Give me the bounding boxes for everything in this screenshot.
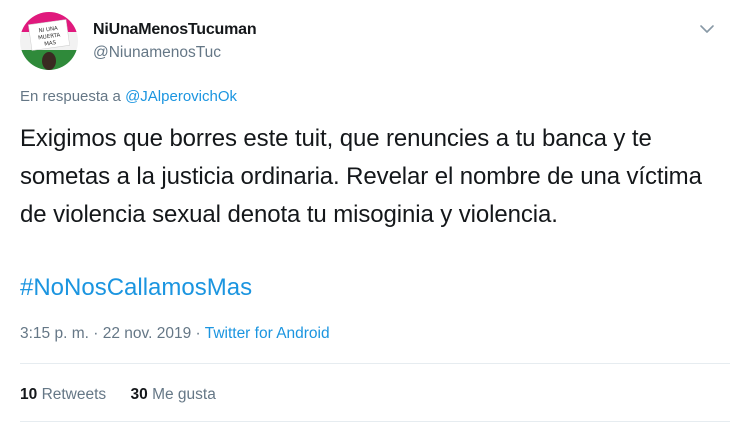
likes-stat[interactable]: 30 Me gusta — [131, 386, 216, 403]
retweets-count: 10 — [20, 386, 38, 403]
avatar-image: NI UNA MUERTA MAS — [20, 12, 78, 70]
reply-context: En respuesta a @JAlperovichOk — [20, 88, 237, 105]
avatar[interactable]: NI UNA MUERTA MAS — [20, 12, 78, 70]
user-handle[interactable]: @NiunamenosTuc — [93, 44, 221, 62]
retweets-stat[interactable]: 10 Retweets — [20, 386, 106, 403]
divider — [20, 363, 730, 364]
chevron-down-icon[interactable] — [696, 20, 718, 38]
tweet-time[interactable]: 3:15 p. m. — [20, 325, 89, 342]
retweets-label: Retweets — [41, 386, 107, 403]
tweet-card: NI UNA MUERTA MAS NiUnaMenosTucuman @Niu… — [0, 0, 750, 431]
reply-prefix: En respuesta a — [20, 88, 121, 105]
divider — [20, 421, 730, 422]
likes-count: 30 — [130, 386, 148, 403]
tweet-stats: 10 Retweets 30 Me gusta — [20, 386, 236, 404]
likes-label: Me gusta — [152, 386, 216, 403]
tweet-text: Exigimos que borres este tuit, que renun… — [20, 125, 702, 228]
display-name[interactable]: NiUnaMenosTucuman — [93, 21, 257, 39]
tweet-date[interactable]: 22 nov. 2019 — [103, 325, 191, 342]
meta-separator: · — [88, 325, 103, 342]
tweet-meta: 3:15 p. m. · 22 nov. 2019 · Twitter for … — [20, 325, 330, 343]
hashtag-link[interactable]: #NoNosCallamosMas — [20, 269, 252, 307]
meta-separator: · — [191, 325, 205, 342]
tweet-source-link[interactable]: Twitter for Android — [205, 325, 330, 342]
reply-mention-link[interactable]: @JAlperovichOk — [125, 88, 237, 105]
